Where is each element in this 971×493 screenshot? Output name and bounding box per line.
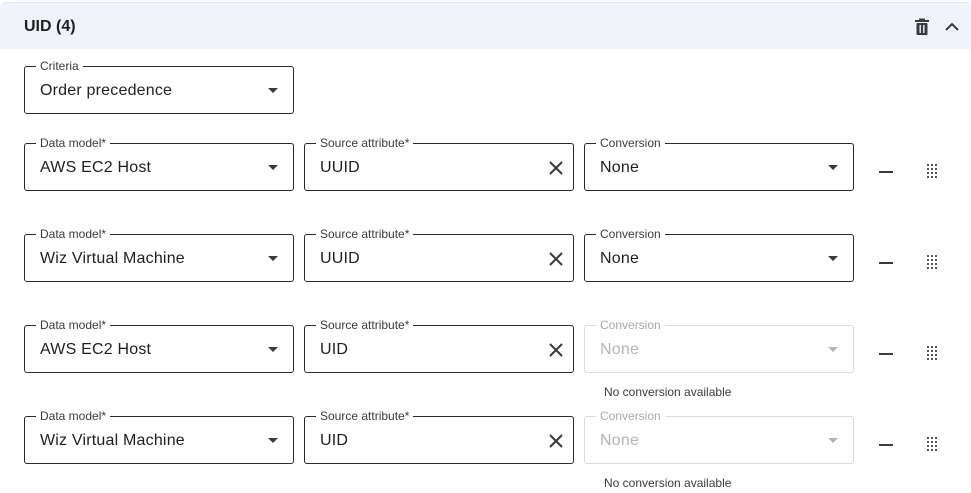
source-attribute-label: Source attribute*: [316, 136, 414, 150]
caret-down-icon: [268, 347, 278, 352]
uid-section-panel: UID (4) Criteria Order precedence Data m…: [0, 0, 971, 493]
conversion-value: None: [600, 250, 640, 267]
source-attribute-value: UID: [320, 341, 349, 358]
conversion-select[interactable]: Conversion None: [584, 136, 854, 191]
source-attribute-input[interactable]: Source attribute* UUID: [304, 227, 574, 282]
conversion-select: Conversion None: [584, 318, 854, 373]
data-model-label: Data model*: [36, 227, 111, 241]
data-model-label: Data model*: [36, 409, 111, 423]
data-model-value: AWS EC2 Host: [40, 159, 152, 176]
source-attribute-value: UID: [320, 432, 349, 449]
conversion-value: None: [600, 159, 640, 176]
source-attribute-label: Source attribute*: [316, 409, 414, 423]
data-model-value: Wiz Virtual Machine: [40, 250, 185, 267]
source-attribute-value: UUID: [320, 250, 360, 267]
clear-icon[interactable]: [546, 340, 566, 360]
conversion-label: Conversion: [596, 409, 665, 423]
remove-row-icon[interactable]: [876, 162, 896, 182]
data-model-select[interactable]: Data model* AWS EC2 Host: [24, 318, 294, 373]
conversion-value: None: [600, 341, 640, 358]
source-attribute-input[interactable]: Source attribute* UID: [304, 318, 574, 373]
remove-row-icon[interactable]: [876, 344, 896, 364]
conversion-label: Conversion: [596, 227, 665, 241]
conversion-select[interactable]: Conversion None: [584, 227, 854, 282]
drag-handle-icon[interactable]: [927, 437, 939, 453]
caret-down-icon: [828, 438, 838, 443]
caret-down-icon: [268, 88, 278, 93]
data-model-select[interactable]: Data model* Wiz Virtual Machine: [24, 227, 294, 282]
conversion-helper-text: No conversion available: [604, 385, 732, 399]
conversion-helper-text: No conversion available: [604, 476, 732, 490]
drag-handle-icon[interactable]: [927, 255, 939, 271]
clear-icon[interactable]: [546, 158, 566, 178]
drag-handle-icon[interactable]: [927, 164, 939, 180]
criteria-value: Order precedence: [40, 82, 173, 99]
data-model-value: AWS EC2 Host: [40, 341, 152, 358]
trash-icon[interactable]: [912, 17, 932, 37]
caret-down-icon: [268, 165, 278, 170]
caret-down-icon: [268, 256, 278, 261]
criteria-label: Criteria: [36, 59, 83, 73]
drag-handle-icon[interactable]: [927, 346, 939, 362]
criteria-select[interactable]: Criteria Order precedence: [24, 59, 294, 114]
remove-row-icon[interactable]: [876, 253, 896, 273]
conversion-select: Conversion None: [584, 409, 854, 464]
source-attribute-input[interactable]: Source attribute* UUID: [304, 136, 574, 191]
data-model-select[interactable]: Data model* Wiz Virtual Machine: [24, 409, 294, 464]
section-header[interactable]: UID (4): [0, 2, 971, 49]
chevron-up-icon[interactable]: [942, 17, 962, 37]
conversion-label: Conversion: [596, 318, 665, 332]
data-model-label: Data model*: [36, 318, 111, 332]
source-attribute-label: Source attribute*: [316, 318, 414, 332]
conversion-label: Conversion: [596, 136, 665, 150]
clear-icon[interactable]: [546, 431, 566, 451]
data-model-label: Data model*: [36, 136, 111, 150]
data-model-value: Wiz Virtual Machine: [40, 432, 185, 449]
clear-icon[interactable]: [546, 249, 566, 269]
source-attribute-label: Source attribute*: [316, 227, 414, 241]
source-attribute-value: UUID: [320, 159, 360, 176]
conversion-value: None: [600, 432, 640, 449]
caret-down-icon: [268, 438, 278, 443]
remove-row-icon[interactable]: [876, 435, 896, 455]
data-model-select[interactable]: Data model* AWS EC2 Host: [24, 136, 294, 191]
caret-down-icon: [828, 165, 838, 170]
caret-down-icon: [828, 347, 838, 352]
section-title: UID (4): [24, 18, 76, 35]
source-attribute-input[interactable]: Source attribute* UID: [304, 409, 574, 464]
caret-down-icon: [828, 256, 838, 261]
